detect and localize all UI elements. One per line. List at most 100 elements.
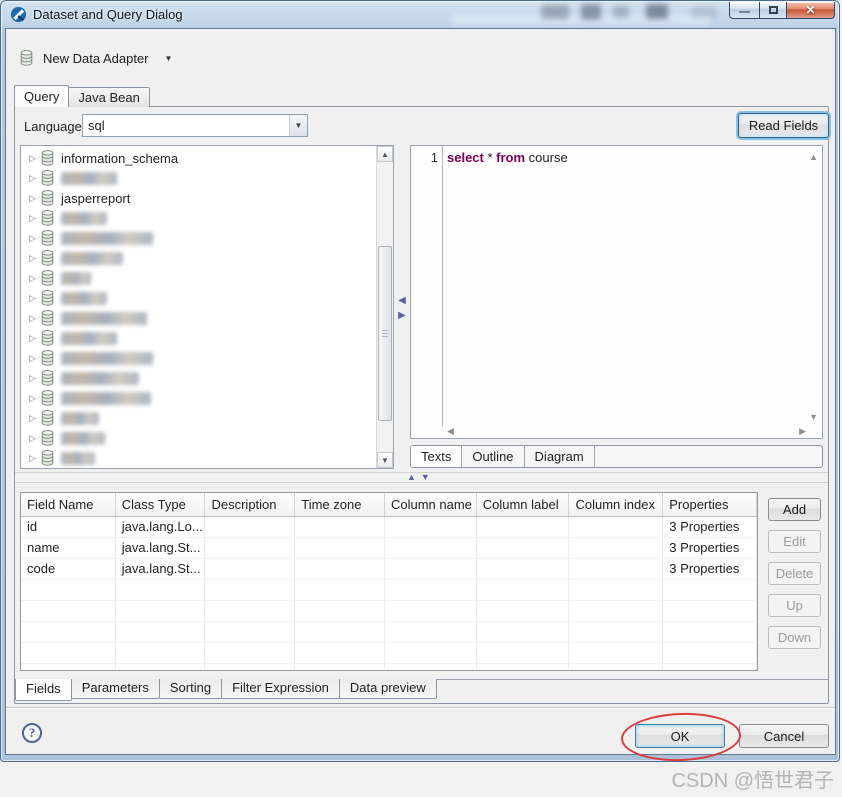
expand-caret-icon[interactable]: ▷ (29, 173, 41, 184)
editor-scroll-left-icon[interactable]: ◀ (447, 426, 454, 437)
column-header-time-zone[interactable]: Time zone (295, 493, 385, 516)
cell (295, 538, 385, 558)
tab-sorting[interactable]: Sorting (159, 679, 222, 699)
expand-caret-icon[interactable]: ▷ (29, 273, 41, 284)
cell (477, 559, 570, 579)
help-button[interactable]: ? (22, 723, 42, 743)
tree-item[interactable]: ▷ (21, 368, 376, 388)
ok-button[interactable]: OK (635, 724, 725, 748)
tab-java-bean[interactable]: Java Bean (68, 87, 149, 107)
tree-item[interactable]: ▷ (21, 408, 376, 428)
schema-tree[interactable]: ▷ information_schema▷ ▷ jasperreport▷ ▷ … (20, 145, 394, 469)
sql-editor[interactable]: 1 select * from course ▲ ▼ ◀ ▶ (410, 145, 823, 439)
collapse-left-icon[interactable]: ◀ (396, 293, 408, 308)
scroll-up-icon[interactable]: ▲ (377, 146, 393, 162)
expand-caret-icon[interactable]: ▷ (29, 213, 41, 224)
table-row[interactable] (21, 643, 757, 664)
cell (385, 664, 477, 671)
tree-item[interactable]: ▷ (21, 268, 376, 288)
tree-item[interactable]: ▷ (21, 308, 376, 328)
tree-item[interactable]: ▷ (21, 168, 376, 188)
table-row[interactable]: idjava.lang.Lo...3 Properties (21, 517, 757, 538)
minimize-button[interactable]: — (729, 2, 760, 19)
editor-scroll-up-icon[interactable]: ▲ (809, 152, 818, 162)
table-row[interactable] (21, 580, 757, 601)
expand-caret-icon[interactable]: ▷ (29, 153, 41, 164)
expand-caret-icon[interactable]: ▷ (29, 353, 41, 364)
table-row[interactable] (21, 622, 757, 643)
tree-item[interactable]: ▷ (21, 248, 376, 268)
column-header-properties[interactable]: Properties (663, 493, 757, 516)
expand-caret-icon[interactable]: ▷ (29, 393, 41, 404)
tree-item[interactable]: ▷ (21, 348, 376, 368)
expand-caret-icon[interactable]: ▷ (29, 333, 41, 344)
tree-item[interactable]: ▷ jasperreport (21, 188, 376, 208)
collapse-right-icon[interactable]: ▶ (396, 308, 408, 323)
tab-fields[interactable]: Fields (15, 679, 72, 701)
editor-scroll-down-icon[interactable]: ▼ (809, 412, 818, 422)
column-header-column-label[interactable]: Column label (477, 493, 570, 516)
sql-query-text[interactable]: select * from course (447, 150, 568, 165)
cell (116, 643, 206, 663)
down-button[interactable]: Down (768, 626, 821, 649)
tab-outline[interactable]: Outline (462, 446, 524, 467)
line-number: 1 (411, 150, 438, 165)
tab-diagram[interactable]: Diagram (525, 446, 595, 467)
add-button[interactable]: Add (768, 498, 821, 521)
tree-item[interactable]: ▷ information_schema (21, 148, 376, 168)
tree-item[interactable]: ▷ (21, 388, 376, 408)
cancel-button[interactable]: Cancel (739, 724, 829, 748)
tree-item[interactable]: ▷ (21, 208, 376, 228)
tree-item[interactable]: ▷ (21, 328, 376, 348)
table-row[interactable] (21, 664, 757, 671)
tree-item[interactable]: ▷ (21, 448, 376, 468)
table-row[interactable] (21, 601, 757, 622)
column-header-field-name[interactable]: Field Name (21, 493, 116, 516)
scroll-down-icon[interactable]: ▼ (377, 452, 393, 468)
expand-caret-icon[interactable]: ▷ (29, 233, 41, 244)
expand-caret-icon[interactable]: ▷ (29, 313, 41, 324)
table-row[interactable]: namejava.lang.St...3 Properties (21, 538, 757, 559)
delete-button[interactable]: Delete (768, 562, 821, 585)
expand-caret-icon[interactable]: ▷ (29, 413, 41, 424)
sash-up-icon[interactable]: ▲ (407, 472, 421, 482)
expand-caret-icon[interactable]: ▷ (29, 193, 41, 204)
data-adapter-selector[interactable]: New Data Adapter ▼ (20, 48, 172, 68)
expand-caret-icon[interactable]: ▷ (29, 433, 41, 444)
read-fields-button[interactable]: Read Fields (738, 113, 829, 138)
sash-down-icon[interactable]: ▼ (421, 472, 435, 482)
table-row[interactable]: codejava.lang.St...3 Properties (21, 559, 757, 580)
tab-query[interactable]: Query (14, 85, 69, 107)
combo-dropdown-icon[interactable]: ▼ (289, 115, 307, 136)
horizontal-sash[interactable]: ▲▼ (15, 472, 828, 483)
editor-scroll-right-icon[interactable]: ▶ (799, 426, 806, 437)
close-button[interactable]: ✕ (787, 2, 835, 19)
title-bar[interactable]: Dataset and Query Dialog — ✕ (1, 1, 839, 28)
maximize-button[interactable] (760, 2, 787, 19)
tab-parameters[interactable]: Parameters (71, 679, 160, 699)
cell (21, 601, 116, 621)
tree-scrollbar[interactable]: ▲ ▼ (376, 146, 393, 468)
tab-texts[interactable]: Texts (411, 446, 462, 467)
expand-caret-icon[interactable]: ▷ (29, 253, 41, 264)
expand-caret-icon[interactable]: ▷ (29, 453, 41, 464)
tree-item[interactable]: ▷ (21, 428, 376, 448)
vertical-sash[interactable]: ◀ ▶ (396, 293, 408, 323)
cell: java.lang.St... (116, 559, 206, 579)
edit-button[interactable]: Edit (768, 530, 821, 553)
column-header-column-index[interactable]: Column index (569, 493, 663, 516)
column-header-class-type[interactable]: Class Type (116, 493, 206, 516)
language-select[interactable]: sql ▼ (82, 114, 308, 137)
column-header-column-name[interactable]: Column name (385, 493, 477, 516)
up-button[interactable]: Up (768, 594, 821, 617)
fields-table[interactable]: Field NameClass TypeDescriptionTime zone… (20, 492, 758, 671)
expand-caret-icon[interactable]: ▷ (29, 293, 41, 304)
tree-item[interactable]: ▷ (21, 288, 376, 308)
window-title: Dataset and Query Dialog (33, 7, 183, 22)
scroll-thumb[interactable] (378, 246, 392, 421)
tab-data-preview[interactable]: Data preview (339, 679, 437, 699)
tab-filter-expression[interactable]: Filter Expression (221, 679, 340, 699)
column-header-description[interactable]: Description (205, 493, 295, 516)
tree-item[interactable]: ▷ (21, 228, 376, 248)
expand-caret-icon[interactable]: ▷ (29, 373, 41, 384)
